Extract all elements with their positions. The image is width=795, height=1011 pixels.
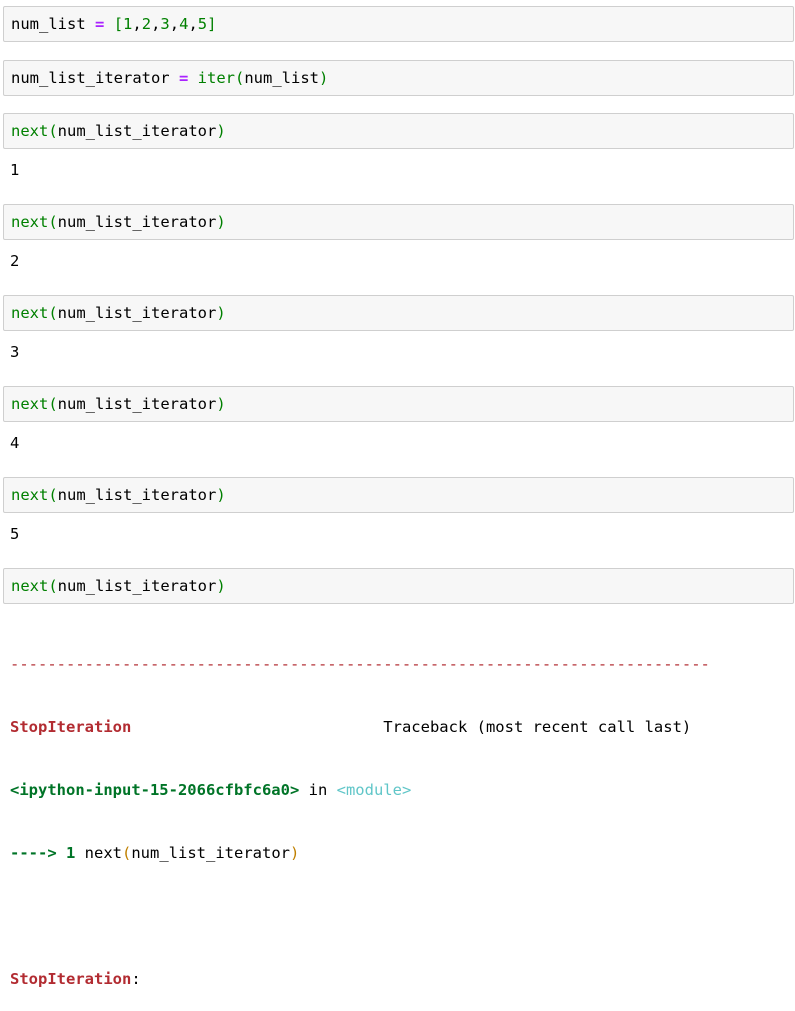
code-paren: ( xyxy=(48,395,58,413)
code-cell-input[interactable]: next(num_list_iterator) xyxy=(3,477,794,513)
code-comma: , xyxy=(151,15,161,33)
code-cell-input[interactable]: next(num_list_iterator) xyxy=(3,568,794,604)
code-cell-input[interactable]: next(num_list_iterator) xyxy=(3,386,794,422)
traceback-separator: ----------------------------------------… xyxy=(10,655,710,673)
traceback-final-error: StopIteration xyxy=(10,970,132,988)
code-paren: ) xyxy=(216,213,226,231)
code-builtin: next xyxy=(11,213,49,231)
traceback-call-paren: ) xyxy=(289,844,300,862)
code-paren: ) xyxy=(216,122,226,140)
code-cell-input[interactable]: next(num_list_iterator) xyxy=(3,295,794,331)
code-builtin: next xyxy=(11,395,49,413)
code-cell-input[interactable]: num_list = [1,2,3,4,5] xyxy=(3,6,794,42)
code-argument: num_list_iterator xyxy=(57,213,217,231)
code-number: 3 xyxy=(160,15,170,33)
code-operator: = xyxy=(178,69,189,87)
code-paren: ) xyxy=(216,577,226,595)
code-builtin: iter xyxy=(197,69,235,87)
traceback-module: <module> xyxy=(336,781,412,799)
code-operator: = xyxy=(95,15,105,33)
code-paren: ( xyxy=(48,122,58,140)
code-comma: , xyxy=(132,15,142,33)
code-cell-input[interactable]: next(num_list_iterator) xyxy=(3,204,794,240)
code-argument: num_list_iterator xyxy=(57,304,217,322)
code-comma: , xyxy=(169,15,180,33)
traceback-call-arg: num_list_iterator xyxy=(131,844,290,862)
cell-output: 2 xyxy=(10,252,20,270)
traceback-final-line: StopIteration: xyxy=(10,969,710,990)
traceback-spacer xyxy=(131,718,383,736)
code-cell-input[interactable]: num_list_iterator = iter(num_list) xyxy=(3,60,794,96)
code-paren: ( xyxy=(235,69,245,87)
traceback-blank-line xyxy=(10,906,710,927)
code-paren: ( xyxy=(48,213,58,231)
code-builtin: next xyxy=(11,577,49,595)
code-paren: ) xyxy=(216,486,226,504)
code-number: 1 xyxy=(123,15,133,33)
traceback-call-line: ----> 1 next(num_list_iterator) xyxy=(10,843,710,864)
code-variable: num_list_iterator xyxy=(11,69,170,87)
traceback-header: StopIteration Traceback (most recent cal… xyxy=(10,717,710,738)
traceback-header-right: Traceback (most recent call last) xyxy=(383,718,692,736)
code-builtin: next xyxy=(11,304,49,322)
cell-output: 5 xyxy=(10,525,20,543)
code-paren: ) xyxy=(319,69,329,87)
code-paren: ) xyxy=(216,304,226,322)
traceback-final-colon: : xyxy=(131,970,141,988)
code-builtin: next xyxy=(11,486,49,504)
code-argument: num_list_iterator xyxy=(57,577,217,595)
traceback-location: <ipython-input-15-2066cfbfc6a0> xyxy=(10,781,300,799)
traceback-call-fn: next xyxy=(75,844,122,862)
code-builtin: next xyxy=(11,122,49,140)
code-bracket: ] xyxy=(207,15,217,33)
code-number: 2 xyxy=(141,15,152,33)
traceback-error-name: StopIteration xyxy=(10,718,132,736)
traceback-in-word: in xyxy=(299,781,337,799)
code-argument: num_list_iterator xyxy=(57,486,217,504)
cell-output: 1 xyxy=(10,161,20,179)
traceback-output: ----------------------------------------… xyxy=(10,612,710,1011)
traceback-arrow: ----> 1 xyxy=(10,844,76,862)
traceback-location-line: <ipython-input-15-2066cfbfc6a0> in <modu… xyxy=(10,780,710,801)
code-paren: ) xyxy=(216,395,226,413)
code-comma: , xyxy=(188,15,198,33)
code-paren: ( xyxy=(48,304,58,322)
traceback-call-paren: ( xyxy=(122,844,132,862)
code-bracket: [ xyxy=(113,15,124,33)
code-cell-input[interactable]: next(num_list_iterator) xyxy=(3,113,794,149)
code-argument: num_list xyxy=(244,69,319,87)
code-number: 5 xyxy=(197,15,208,33)
code-paren: ( xyxy=(48,486,58,504)
code-argument: num_list_iterator xyxy=(57,122,217,140)
code-paren: ( xyxy=(48,577,58,595)
code-argument: num_list_iterator xyxy=(57,395,217,413)
code-variable: num_list xyxy=(11,15,86,33)
cell-output: 3 xyxy=(10,343,20,361)
cell-output: 4 xyxy=(10,434,20,452)
